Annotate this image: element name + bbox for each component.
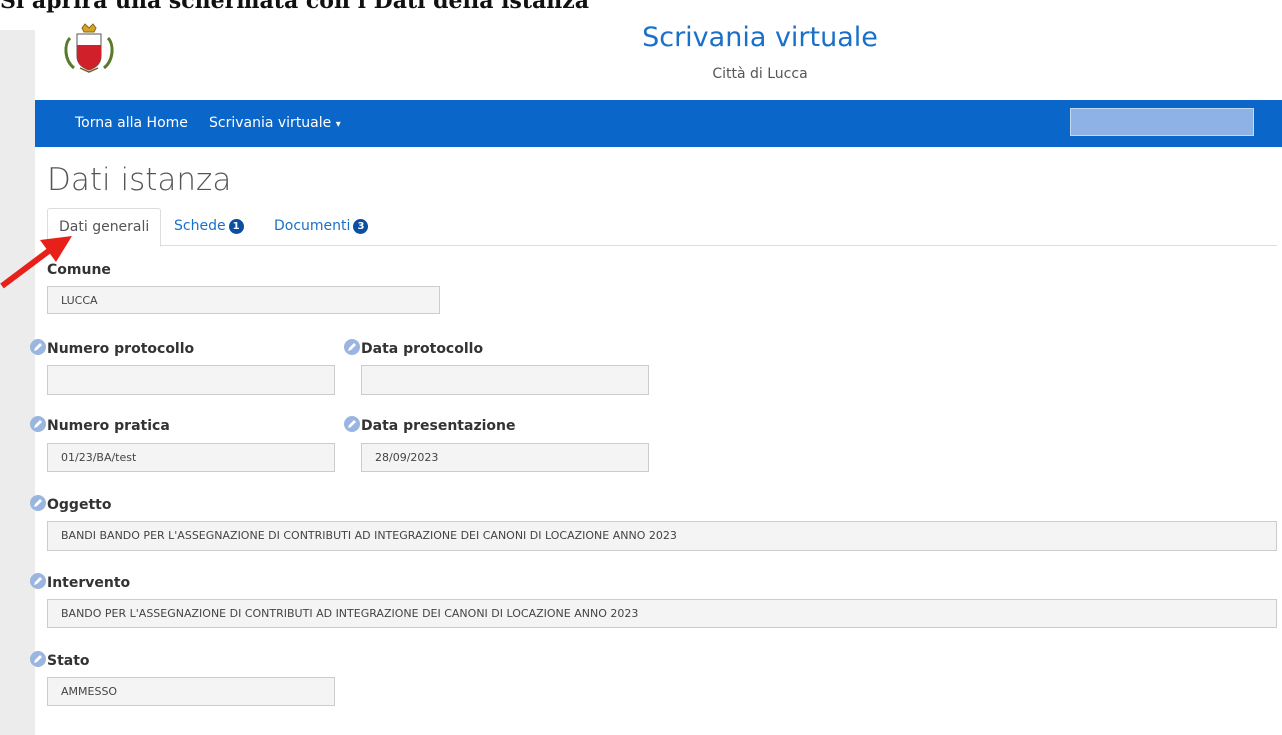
label-data-protocollo: Data protocollo: [361, 341, 484, 357]
intervento-field: BANDO PER L'ASSEGNAZIONE DI CONTRIBUTI A…: [47, 599, 1277, 628]
count-badge: 1: [228, 219, 244, 234]
pencil-icon[interactable]: [30, 495, 46, 511]
data-protocollo-field: [361, 365, 649, 395]
nav-scrivania-dropdown[interactable]: Scrivania virtuale ▾: [209, 115, 341, 131]
site-title: Scrivania virtuale: [642, 22, 878, 53]
numero-pratica-field: 01/23/BA/test: [47, 443, 335, 472]
site-subtitle: Città di Lucca: [712, 66, 808, 82]
pencil-icon[interactable]: [30, 651, 46, 667]
tab-label: Schede: [174, 218, 226, 234]
label-oggetto: Oggetto: [47, 497, 112, 513]
user-menu-box[interactable]: [1070, 108, 1254, 136]
label-data-presentazione: Data presentazione: [361, 418, 516, 434]
coat-of-arms-icon: [60, 22, 118, 74]
pencil-icon[interactable]: [344, 416, 360, 432]
label-numero-pratica: Numero pratica: [47, 418, 170, 434]
nav-scrivania-label: Scrivania virtuale: [209, 115, 332, 131]
pencil-icon[interactable]: [30, 573, 46, 589]
data-presentazione-field: 28/09/2023: [361, 443, 649, 472]
left-gutter: [0, 30, 35, 735]
count-badge: 3: [353, 219, 369, 234]
tab-schede[interactable]: Schede 1: [163, 208, 255, 245]
tab-documenti[interactable]: Documenti 3: [263, 208, 379, 245]
stato-field: AMMESSO: [47, 677, 335, 706]
label-comune: Comune: [47, 262, 111, 278]
tab-label: Documenti: [274, 218, 351, 234]
oggetto-field: BANDI BANDO PER L'ASSEGNAZIONE DI CONTRI…: [47, 521, 1277, 551]
page-title: Dati istanza: [47, 162, 232, 198]
comune-field: LUCCA: [47, 286, 440, 314]
label-numero-protocollo: Numero protocollo: [47, 341, 195, 357]
caption-text: Si apriră una schermata con i Dati della…: [0, 0, 590, 14]
tabs-divider: [47, 245, 1277, 246]
pencil-icon[interactable]: [30, 416, 46, 432]
numero-protocollo-field: [47, 365, 335, 395]
red-arrow-icon: [0, 236, 72, 289]
chevron-down-icon: ▾: [335, 119, 341, 130]
label-intervento: Intervento: [47, 575, 131, 591]
nav-home-link[interactable]: Torna alla Home: [75, 115, 188, 131]
pencil-icon[interactable]: [30, 339, 46, 355]
label-stato: Stato: [47, 653, 90, 669]
pencil-icon[interactable]: [344, 339, 360, 355]
